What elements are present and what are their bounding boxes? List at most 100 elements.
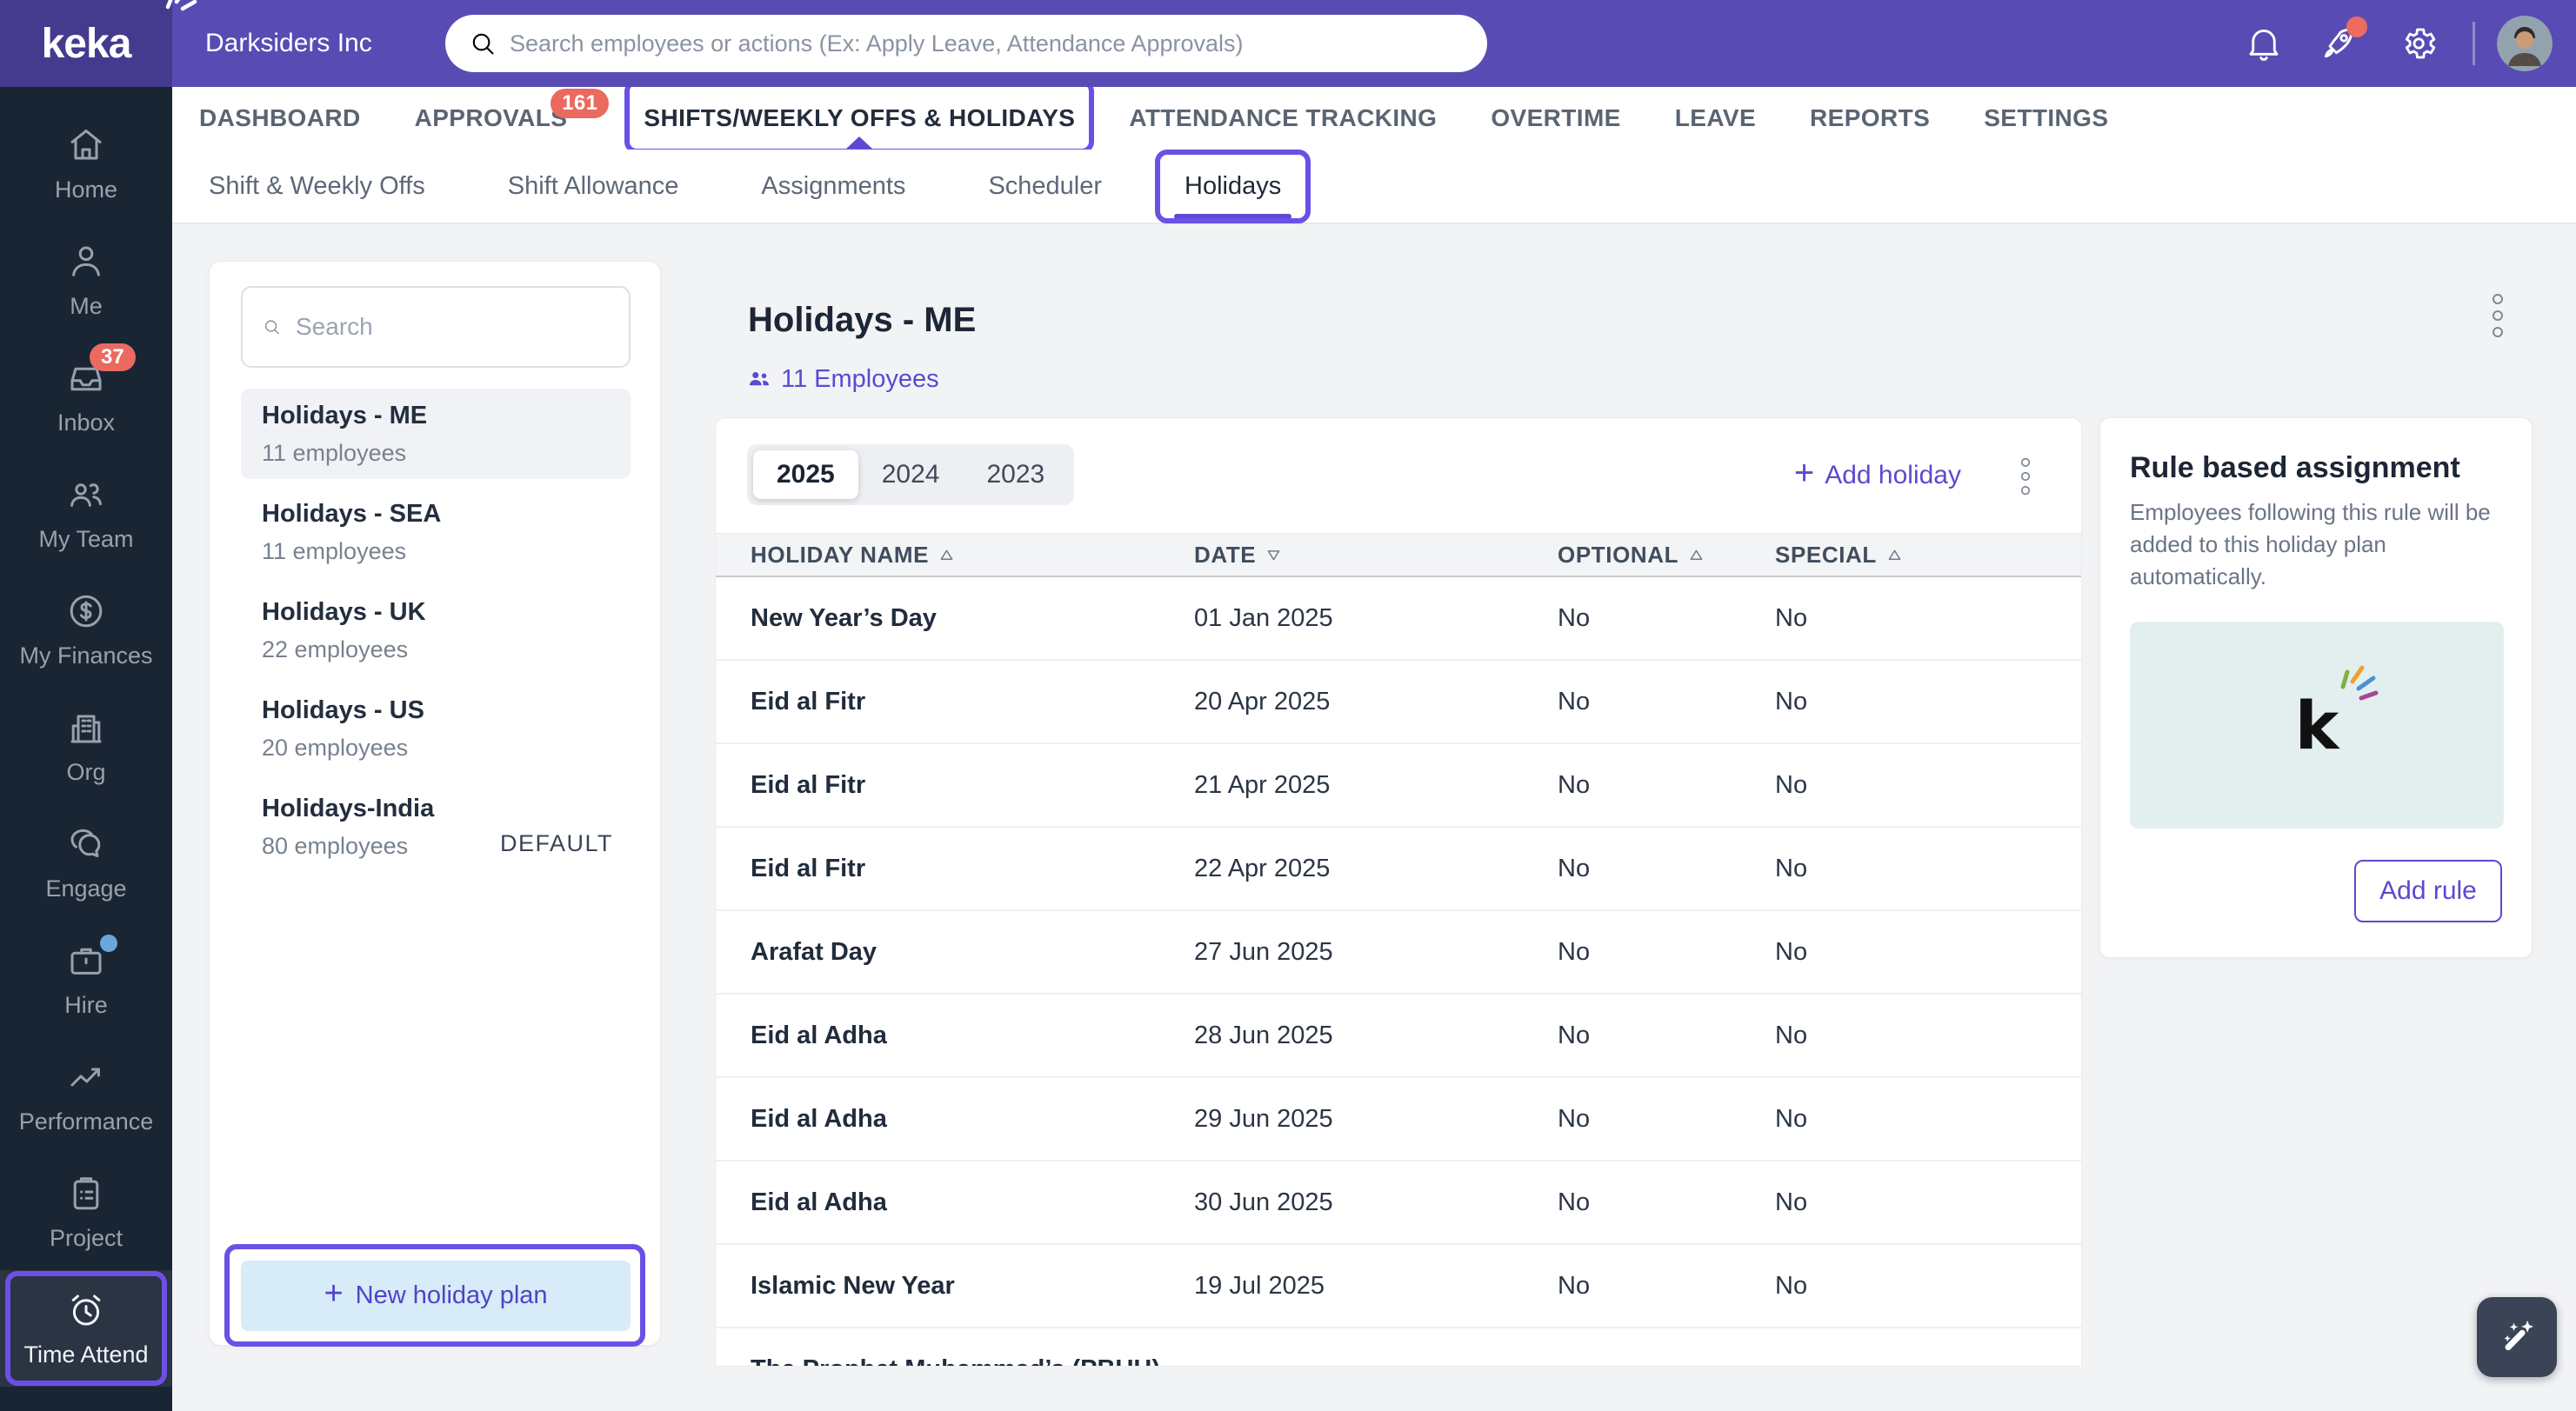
table-row[interactable]: Eid al Adha 28 Jun 2025 No No [716, 995, 2081, 1078]
search-icon [264, 320, 279, 335]
notifications-bell-icon[interactable] [2244, 23, 2284, 63]
sidebar-item-label: My Finances [19, 642, 153, 669]
year-tab-2024[interactable]: 2024 [858, 450, 964, 499]
year-tab-2025[interactable]: 2025 [753, 450, 858, 499]
sidebar-item-inbox[interactable]: 37 Inbox [0, 338, 172, 455]
column-header-holiday-name[interactable]: HOLIDAY NAME [716, 542, 1194, 569]
user-avatar[interactable] [2497, 16, 2553, 71]
holiday-special: No [1775, 1104, 1808, 1133]
search-icon [472, 33, 494, 55]
table-row[interactable]: Eid al Fitr 21 Apr 2025 No No [716, 744, 2081, 828]
plan-item-holidays-india[interactable]: Holidays-India 80 employees DEFAULT [241, 782, 631, 872]
settings-gear-icon[interactable] [2399, 23, 2439, 63]
subtab-holidays[interactable]: Holidays [1155, 149, 1311, 223]
plan-item-holidays-me[interactable]: Holidays - ME 11 employees [241, 389, 631, 479]
employees-icon [750, 371, 769, 385]
subtab-shift-weekly-offs[interactable]: Shift & Weekly Offs [209, 172, 425, 201]
table-header: HOLIDAY NAME DATE OPTIONAL SPECIAL [716, 533, 2081, 577]
nav-tab-attendance-tracking[interactable]: ATTENDANCE TRACKING [1129, 87, 1437, 150]
rule-based-assignment-card: Rule based assignment Employees followin… [2099, 417, 2533, 958]
plan-item-holidays-uk[interactable]: Holidays - UK 22 employees [241, 585, 631, 676]
sidebar-item-my-finances[interactable]: My Finances [0, 571, 172, 688]
user-icon [65, 241, 107, 283]
year-tab-2023[interactable]: 2023 [964, 450, 1069, 499]
sidebar-item-engage[interactable]: Engage [0, 804, 172, 921]
nav-tab-approvals[interactable]: APPROVALS 161 [414, 87, 610, 150]
plan-employee-count: 11 employees [262, 538, 407, 564]
sidebar-item-time-attend[interactable]: Time Attend [0, 1270, 172, 1387]
nav-tab-dashboard[interactable]: DASHBOARD [199, 87, 361, 150]
ai-assistant-fab[interactable] [2477, 1297, 2557, 1377]
holiday-date: 01 Jan 2025 [1194, 603, 1333, 632]
table-row[interactable]: Eid al Fitr 20 Apr 2025 No No [716, 661, 2081, 744]
plan-search[interactable] [241, 286, 631, 368]
holiday-plans-panel: Holidays - ME 11 employees Holidays - SE… [209, 261, 661, 1347]
plan-item-holidays-us[interactable]: Holidays - US 20 employees [241, 683, 631, 774]
add-holiday-label: Add holiday [1825, 461, 1961, 489]
employees-link[interactable]: 11 Employees [746, 365, 939, 394]
global-search-input[interactable] [510, 30, 1465, 57]
sidebar-item-home[interactable]: Home [0, 105, 172, 222]
subtab-label: Holidays [1185, 171, 1282, 200]
nav-tab-overtime[interactable]: OVERTIME [1491, 87, 1620, 150]
nav-tab-label: APPROVALS [414, 104, 568, 131]
column-header-special[interactable]: SPECIAL [1775, 542, 2081, 569]
sidebar-item-label: Org [66, 758, 106, 785]
holiday-date: 28 Jun 2025 [1194, 1021, 1333, 1049]
subtab-shift-allowance[interactable]: Shift Allowance [508, 172, 679, 201]
whats-new-rocket-icon[interactable] [2319, 17, 2367, 63]
sidebar-item-my-team[interactable]: My Team [0, 455, 172, 571]
table-row[interactable]: Eid al Adha 29 Jun 2025 No No [716, 1078, 2081, 1161]
plan-employee-count: 20 employees [262, 735, 409, 761]
holiday-date: 20 Apr 2025 [1194, 687, 1331, 715]
keka-logo[interactable]: keka [0, 0, 197, 87]
nav-tab-label: REPORTS [1810, 104, 1931, 131]
subtab-scheduler[interactable]: Scheduler [988, 172, 1102, 201]
table-row[interactable]: The Prophet Muhammad’s (PBUH) [716, 1328, 2081, 1367]
add-holiday-button[interactable]: + Add holiday [1794, 454, 1961, 493]
active-tab-indicator [845, 136, 874, 150]
sidebar-item-org[interactable]: Org [0, 688, 172, 804]
table-row[interactable]: Eid al Fitr 22 Apr 2025 No No [716, 828, 2081, 911]
global-search[interactable] [445, 15, 1487, 72]
plan-options-kebab-icon[interactable] [2493, 294, 2503, 337]
finances-icon [65, 590, 107, 632]
sidebar-item-label: Performance [18, 1108, 154, 1135]
add-rule-button[interactable]: Add rule [2354, 860, 2502, 922]
subtab-assignments[interactable]: Assignments [761, 172, 905, 201]
table-row[interactable]: New Year’s Day 01 Jan 2025 No No [716, 577, 2081, 661]
sidebar-item-performance[interactable]: Performance [0, 1037, 172, 1154]
sort-desc-icon [1267, 549, 1280, 560]
plan-search-input[interactable] [296, 313, 610, 341]
holiday-date: 30 Jun 2025 [1194, 1188, 1333, 1216]
holiday-optional: No [1558, 1021, 1591, 1049]
table-row[interactable]: Eid al Adha 30 Jun 2025 No No [716, 1161, 2081, 1245]
inbox-count-badge: 37 [90, 343, 136, 371]
sidebar-item-label: Me [70, 292, 103, 319]
holiday-name: Arafat Day [751, 937, 878, 966]
sidebar-item-project[interactable]: Project [0, 1154, 172, 1270]
org-icon [65, 707, 107, 749]
new-holiday-plan-button[interactable]: + New holiday plan [224, 1244, 645, 1347]
table-options-kebab-icon[interactable] [2020, 457, 2031, 496]
nav-tab-leave[interactable]: LEAVE [1675, 87, 1756, 150]
plan-item-holidays-sea[interactable]: Holidays - SEA 11 employees [241, 487, 631, 577]
active-subtab-underline [1174, 213, 1292, 219]
holiday-optional: No [1558, 937, 1591, 966]
nav-tab-reports[interactable]: REPORTS [1810, 87, 1930, 150]
nav-tab-label: SETTINGS [1984, 104, 2109, 131]
table-row[interactable]: Arafat Day 27 Jun 2025 No No [716, 911, 2081, 995]
sidebar-item-me[interactable]: Me [0, 222, 172, 338]
performance-icon [65, 1056, 107, 1098]
holiday-optional: No [1558, 687, 1591, 715]
sidebar-item-label: Hire [64, 991, 108, 1018]
column-header-date[interactable]: DATE [1194, 542, 1558, 569]
column-header-optional[interactable]: OPTIONAL [1558, 542, 1775, 569]
sidebar-item-hire[interactable]: Hire [0, 921, 172, 1037]
nav-tab-settings[interactable]: SETTINGS [1984, 87, 2108, 150]
table-row[interactable]: Islamic New Year 19 Jul 2025 No No [716, 1245, 2081, 1328]
nav-tab-shifts-weekly-offs-holidays[interactable]: SHIFTS/WEEKLY OFFS & HOLIDAYS [624, 79, 1095, 154]
nav-tab-label: DASHBOARD [199, 104, 361, 131]
column-label: SPECIAL [1775, 541, 1877, 568]
plan-name: Holidays - SEA [262, 500, 442, 528]
